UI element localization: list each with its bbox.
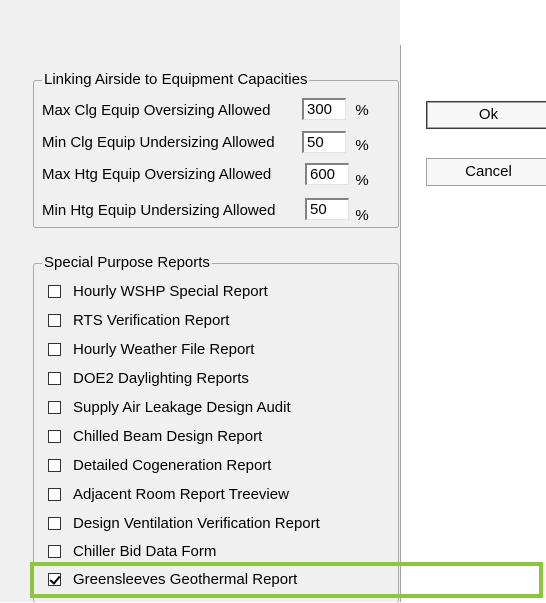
- checkbox-box[interactable]: [48, 488, 61, 501]
- checkbox-label: DOE2 Daylighting Reports: [73, 370, 249, 387]
- checkbox-label: Supply Air Leakage Design Audit: [73, 399, 291, 416]
- max-htg-label: Max Htg Equip Oversizing Allowed: [42, 166, 272, 183]
- checkbox-box[interactable]: [48, 372, 61, 385]
- max-htg-input[interactable]: 600: [305, 163, 349, 185]
- min-htg-label: Min Htg Equip Undersizing Allowed: [42, 202, 276, 219]
- reports-group-title: Special Purpose Reports: [42, 254, 212, 272]
- checkbox-box[interactable]: [48, 314, 61, 327]
- linking-group-title: Linking Airside to Equipment Capacities: [42, 71, 310, 89]
- checkbox-box[interactable]: [48, 430, 61, 443]
- checkbox-box[interactable]: [48, 401, 61, 414]
- min-htg-unit: %: [355, 207, 369, 224]
- checkbox-box-checked[interactable]: [48, 573, 61, 586]
- checkbox-label: Design Ventilation Verification Report: [73, 515, 320, 532]
- cancel-button[interactable]: Cancel: [426, 158, 546, 186]
- max-clg-input[interactable]: 300: [302, 98, 346, 120]
- checkbox-label: Hourly Weather File Report: [73, 341, 255, 358]
- min-htg-input[interactable]: 50: [305, 198, 349, 220]
- min-clg-input[interactable]: 50: [302, 131, 346, 153]
- panel-divider: [400, 45, 401, 602]
- checkbox-label: RTS Verification Report: [73, 312, 230, 329]
- checkbox-label: Adjacent Room Report Treeview: [73, 486, 289, 503]
- checkbox-label: Hourly WSHP Special Report: [73, 283, 268, 300]
- min-clg-label: Min Clg Equip Undersizing Allowed: [42, 134, 275, 151]
- checkbox-label: Detailed Cogeneration Report: [73, 457, 272, 474]
- ok-button[interactable]: Ok: [426, 101, 546, 129]
- checkbox-label: Chiller Bid Data Form: [73, 543, 217, 560]
- checkbox-box[interactable]: [48, 517, 61, 530]
- checkbox-box[interactable]: [48, 459, 61, 472]
- max-clg-label: Max Clg Equip Oversizing Allowed: [42, 102, 271, 119]
- max-clg-unit: %: [355, 102, 369, 119]
- checkbox-box[interactable]: [48, 343, 61, 356]
- min-clg-unit: %: [355, 137, 369, 154]
- checkbox-box[interactable]: [48, 285, 61, 298]
- max-htg-unit: %: [355, 172, 369, 189]
- checkbox-label: Chilled Beam Design Report: [73, 428, 263, 445]
- checkbox-box[interactable]: [48, 545, 61, 558]
- checkbox-label: Greensleeves Geothermal Report: [73, 571, 298, 588]
